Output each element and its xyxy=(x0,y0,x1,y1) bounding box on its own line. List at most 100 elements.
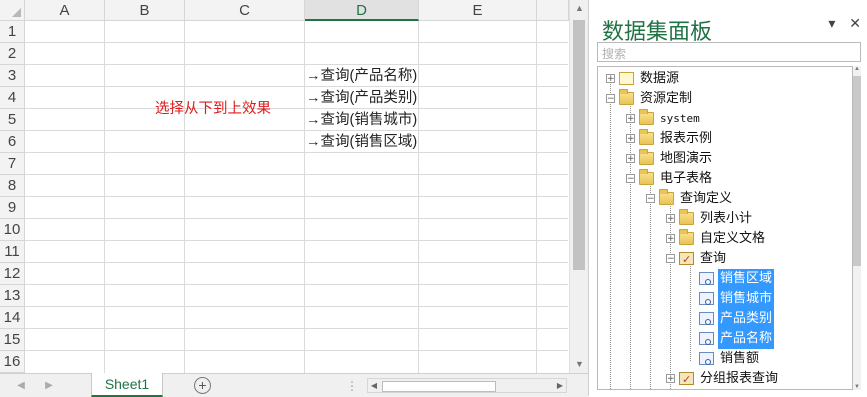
row-header-3[interactable]: 3 xyxy=(0,65,25,87)
field-icon xyxy=(699,312,714,325)
row-header-8[interactable]: 8 xyxy=(0,175,25,197)
cell-d6[interactable]: →查询(销售区域) xyxy=(306,131,417,153)
tree-node-field-product-name[interactable]: 产品名称 xyxy=(699,329,775,349)
prev-sheet-icon[interactable]: ◀ xyxy=(12,374,30,397)
grid-line xyxy=(536,21,537,373)
scroll-thumb[interactable] xyxy=(573,20,585,270)
spreadsheet-grid: A B C D E 1 2 3 4 5 6 7 8 9 10 11 12 13 … xyxy=(0,0,589,397)
tree-node-report-examples[interactable]: + 报表示例 xyxy=(626,129,714,149)
tree-node-map-demo[interactable]: + 地图演示 xyxy=(626,149,714,169)
field-icon xyxy=(699,332,714,345)
row-header-16[interactable]: 16 xyxy=(0,351,25,373)
grid-line xyxy=(25,108,568,109)
folder-icon xyxy=(659,189,674,205)
sheet-tab-sheet1[interactable]: Sheet1 xyxy=(91,373,163,397)
grid-line xyxy=(25,64,568,65)
scroll-left-arrow-icon[interactable]: ◀ xyxy=(368,379,380,392)
scroll-up-arrow-icon[interactable]: ▲ xyxy=(853,66,861,72)
cell-d4[interactable]: →查询(产品类别) xyxy=(306,87,417,109)
grid-line xyxy=(25,174,568,175)
tree-node-system[interactable]: + system xyxy=(626,109,702,129)
annotation-text: 选择从下到上效果 xyxy=(155,101,271,117)
row-header-5[interactable]: 5 xyxy=(0,109,25,131)
horizontal-scroll-thumb[interactable] xyxy=(382,381,496,392)
expand-icon[interactable]: + xyxy=(626,134,635,144)
scroll-down-arrow-icon[interactable]: ▼ xyxy=(570,356,589,373)
expand-icon[interactable]: + xyxy=(666,234,675,244)
collapse-icon[interactable]: − xyxy=(626,174,635,184)
tree-node-spreadsheet[interactable]: − 电子表格 xyxy=(626,169,714,189)
tree-node-field-sales-amount[interactable]: 销售额 xyxy=(699,349,761,369)
row-header-13[interactable]: 13 xyxy=(0,285,25,307)
row-header-2[interactable]: 2 xyxy=(0,43,25,65)
folder-icon xyxy=(679,229,694,245)
tree-node-field-product-category[interactable]: 产品类别 xyxy=(699,309,775,329)
expand-icon[interactable]: + xyxy=(626,114,635,124)
tree-scroll-thumb[interactable] xyxy=(853,76,861,266)
tab-split-handle-icon[interactable]: ⋮ xyxy=(346,379,358,393)
vertical-scrollbar[interactable]: ▲ ▼ xyxy=(569,0,589,373)
row-header-1[interactable]: 1 xyxy=(0,21,25,43)
row-header-11[interactable]: 11 xyxy=(0,241,25,263)
column-header-d[interactable]: D xyxy=(305,0,419,21)
cell-d3[interactable]: →查询(产品名称) xyxy=(306,65,417,87)
tree-scrollbar[interactable]: ▲ ▼ xyxy=(853,66,861,390)
grid-line xyxy=(25,328,568,329)
row-header-15[interactable]: 15 xyxy=(0,329,25,351)
column-header-e[interactable]: E xyxy=(419,0,537,21)
tree-node-datasource[interactable]: + 数据源 xyxy=(606,69,681,89)
row-header-14[interactable]: 14 xyxy=(0,307,25,329)
tree-node-query-definition[interactable]: − 查询定义 xyxy=(646,189,734,209)
row-header-10[interactable]: 10 xyxy=(0,219,25,241)
next-sheet-icon[interactable]: ▶ xyxy=(40,374,58,397)
column-header-a[interactable]: A xyxy=(25,0,105,21)
grid-line xyxy=(25,262,568,263)
collapse-icon[interactable]: − xyxy=(666,254,675,264)
scroll-up-arrow-icon[interactable]: ▲ xyxy=(570,0,589,17)
row-header-9[interactable]: 9 xyxy=(0,197,25,219)
tree-connector xyxy=(690,261,691,361)
row-header-12[interactable]: 12 xyxy=(0,263,25,285)
horizontal-scrollbar[interactable]: ◀ ▶ xyxy=(367,378,567,393)
query-icon xyxy=(679,370,694,389)
grid-line xyxy=(25,284,568,285)
grid-line xyxy=(25,240,568,241)
tree-node-field-sales-city[interactable]: 销售城市 xyxy=(699,289,775,309)
row-header-4[interactable]: 4 xyxy=(0,87,25,109)
query-icon xyxy=(679,250,694,270)
dataset-tree: + 数据源 − 资源定制 + system + 报表示例 + 地图演示 − 电子表格 − 查询… xyxy=(597,66,853,390)
column-header-f[interactable] xyxy=(537,0,569,21)
plus-circle-icon[interactable]: + xyxy=(194,377,211,394)
datasource-icon xyxy=(619,72,634,85)
grid-line xyxy=(25,218,568,219)
scroll-down-arrow-icon[interactable]: ▼ xyxy=(853,384,861,390)
expand-icon[interactable]: + xyxy=(666,374,675,384)
field-icon xyxy=(699,292,714,305)
row-header-6[interactable]: 6 xyxy=(0,131,25,153)
close-icon[interactable]: ✕ xyxy=(849,15,861,31)
folder-icon xyxy=(639,109,654,125)
column-header-b[interactable]: B xyxy=(105,0,185,21)
expand-icon[interactable]: + xyxy=(666,214,675,224)
expand-icon[interactable]: + xyxy=(626,154,635,164)
search-input[interactable]: 搜索 xyxy=(597,42,861,62)
field-icon xyxy=(699,272,714,285)
collapse-icon[interactable]: − xyxy=(646,194,655,204)
folder-icon xyxy=(639,169,654,185)
column-header-c[interactable]: C xyxy=(185,0,305,21)
scroll-right-arrow-icon[interactable]: ▶ xyxy=(554,379,566,392)
expand-icon[interactable]: + xyxy=(606,74,615,84)
tree-node-group-report-query[interactable]: +分组报表查询 xyxy=(666,369,780,389)
field-icon xyxy=(699,352,714,365)
chevron-down-icon[interactable]: ▾ xyxy=(828,15,835,31)
tree-node-list-subtotal[interactable]: + 列表小计 xyxy=(666,209,754,229)
tree-node-custom-grid[interactable]: + 自定义文格 xyxy=(666,229,767,249)
cell-d5[interactable]: →查询(销售城市) xyxy=(306,109,417,131)
collapse-icon[interactable]: − xyxy=(606,94,615,104)
row-header-7[interactable]: 7 xyxy=(0,153,25,175)
tree-node-field-sales-region[interactable]: 销售区域 xyxy=(699,269,775,289)
tree-node-resources[interactable]: − 资源定制 xyxy=(606,89,694,109)
tree-node-query[interactable]: −查询 xyxy=(666,249,728,270)
select-all-corner[interactable] xyxy=(0,0,25,21)
tree-connector xyxy=(610,81,611,389)
